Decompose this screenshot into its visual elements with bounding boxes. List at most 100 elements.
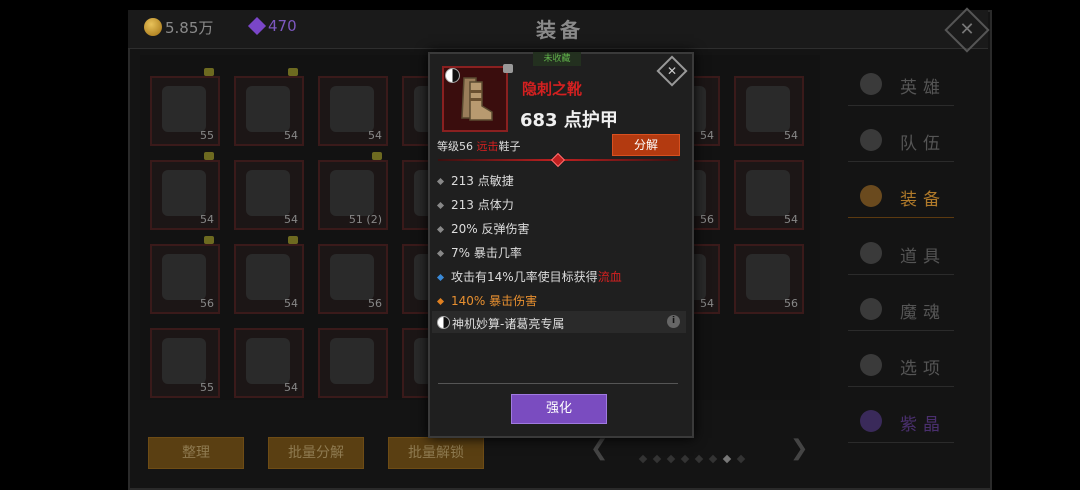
gear-icon [860, 354, 882, 376]
equipment-icon [246, 86, 290, 132]
helmet-icon [860, 185, 882, 207]
equipment-icon [330, 338, 374, 384]
sort-button[interactable]: 整理 [148, 437, 244, 469]
slot-level: 54 [284, 129, 298, 142]
equipment-icon [246, 338, 290, 384]
yin-yang-icon [437, 316, 450, 329]
special-effect-line: 攻击有14%几率使目标获得流血 [436, 268, 622, 285]
slot-level: 54 [700, 297, 714, 310]
sidebar-item-crystal[interactable]: 紫晶 [848, 402, 954, 443]
gold-coin-icon [144, 18, 162, 36]
info-icon[interactable]: i [667, 315, 680, 328]
unfavorited-badge[interactable]: 未收藏 [533, 52, 581, 66]
slot-level: 54 [784, 129, 798, 142]
equipment-icon [330, 170, 374, 216]
lock-icon[interactable] [503, 64, 513, 73]
gold-amount: 5.85万 [165, 19, 214, 37]
sidebar-item-options[interactable]: 选项 [848, 346, 954, 387]
sidebar-item-label: 道具 [900, 247, 946, 267]
close-icon: ✕ [666, 64, 678, 78]
page-indicator [636, 447, 748, 466]
inventory-slot[interactable]: 54 [318, 76, 388, 146]
slot-level: 54 [368, 129, 382, 142]
lock-icon [204, 236, 214, 244]
equipment-icon [246, 254, 290, 300]
divider [438, 383, 678, 384]
page-title: 装备 [536, 18, 584, 42]
slot-level: 51 (2) [348, 213, 382, 226]
inventory-slot[interactable]: 54 [234, 236, 304, 314]
sidebar-item-label: 选项 [900, 359, 946, 379]
sidebar-item-hero[interactable]: 英雄 [848, 65, 954, 106]
lock-icon [288, 68, 298, 76]
hero-icon [860, 73, 882, 95]
inventory-slot[interactable]: 56 [150, 236, 220, 314]
prev-page-arrow[interactable]: ❮ [590, 436, 608, 461]
stat-line: 213 点体力 [436, 196, 514, 213]
sidebar-item-label: 英雄 [900, 78, 946, 98]
inventory-slot[interactable]: 56 [734, 244, 804, 314]
inventory-slot[interactable]: 54 [150, 152, 220, 230]
inventory-slot[interactable]: 55 [150, 328, 220, 398]
equipment-icon [246, 170, 290, 216]
equipment-icon [162, 170, 206, 216]
inventory-slot[interactable]: 55 [150, 68, 220, 146]
batch-decompose-button[interactable]: 批量分解 [268, 437, 364, 469]
boots-icon [461, 77, 493, 121]
next-page-arrow[interactable]: ❯ [790, 436, 808, 461]
flag-icon [860, 129, 882, 151]
sidebar-item-label: 紫晶 [900, 415, 946, 435]
equipment-icon [746, 254, 790, 300]
inventory-slot[interactable]: 54 [234, 68, 304, 146]
stat-line: 7% 暴击几率 [436, 244, 522, 261]
sidebar-item-label: 魔魂 [900, 303, 946, 323]
item-level-line: 等级56 远击鞋子 [437, 140, 521, 153]
inventory-slot[interactable]: 54 [234, 328, 304, 398]
batch-unlock-button[interactable]: 批量解锁 [388, 437, 484, 469]
sidebar-item-items[interactable]: 道具 [848, 234, 954, 275]
slot-level: 56 [368, 297, 382, 310]
equipment-icon [746, 170, 790, 216]
equipment-icon [162, 338, 206, 384]
inventory-slot[interactable]: 56 [318, 244, 388, 314]
stat-line: 213 点敏捷 [436, 172, 514, 189]
slot-level: 56 [200, 297, 214, 310]
crit-damage-line: 140% 暴击伤害 [436, 292, 537, 309]
slot-level: 54 [284, 381, 298, 394]
inventory-slot[interactable]: 54 [234, 160, 304, 230]
crystal-icon [860, 410, 882, 432]
slot-level: 54 [200, 213, 214, 226]
set-name: 神机妙算-诸葛亮专属 [452, 317, 565, 331]
sidebar-item-soul[interactable]: 魔魂 [848, 290, 954, 331]
slot-level: 56 [700, 213, 714, 226]
inventory-slot[interactable] [318, 328, 388, 398]
equipment-icon [162, 254, 206, 300]
enhance-button[interactable]: 强化 [511, 394, 607, 424]
inventory-slot[interactable]: 54 [734, 160, 804, 230]
item-name: 隐刺之靴 [522, 80, 583, 98]
equipment-icon [746, 86, 790, 132]
flame-icon [860, 298, 882, 320]
set-bonus-row[interactable]: 神机妙算-诸葛亮专属 i [432, 311, 686, 333]
sidebar-item-team[interactable]: 队伍 [848, 121, 954, 162]
inventory-slot[interactable]: 51 (2) [318, 152, 388, 230]
lock-icon [372, 152, 382, 160]
equipment-icon [162, 86, 206, 132]
decompose-button[interactable]: 分解 [612, 134, 680, 156]
bag-icon [860, 242, 882, 264]
slot-level: 54 [284, 213, 298, 226]
lock-icon [204, 68, 214, 76]
slot-level: 54 [784, 213, 798, 226]
sidebar-item-equipment[interactable]: 装备 [848, 177, 954, 218]
lock-icon [204, 152, 214, 160]
equipment-icon [330, 254, 374, 300]
sidebar-item-label: 装备 [900, 190, 946, 210]
gem-amount: 470 [268, 17, 297, 35]
slot-level: 54 [700, 129, 714, 142]
slot-level: 56 [784, 297, 798, 310]
slot-level: 54 [284, 297, 298, 310]
close-icon: ✕ [959, 19, 975, 40]
inventory-slot[interactable]: 54 [734, 76, 804, 146]
slot-level: 55 [200, 129, 214, 142]
item-armor: 683 点护甲 [520, 110, 618, 131]
